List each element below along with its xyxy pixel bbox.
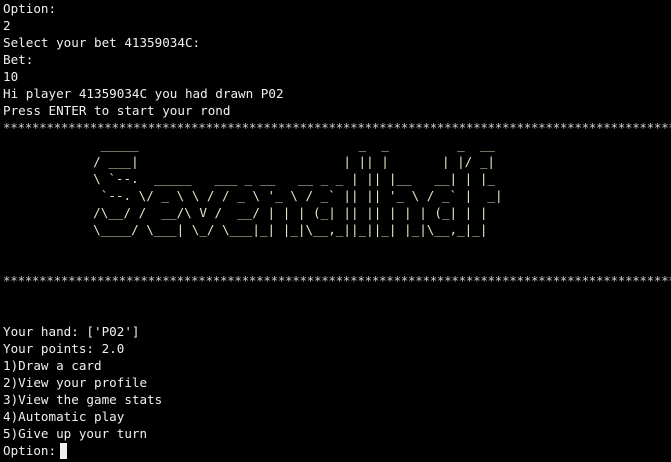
menu-item-automatic-play: 4)Automatic play [3,409,125,424]
separator-top: ****************************************… [3,120,671,135]
points-line: Your points: 2.0 [3,341,125,356]
menu-item-game-stats: 3)View the game stats [3,392,163,407]
option-input-line[interactable]: Option: [3,442,671,459]
ascii-art: _____ _ _ _ __ / ___| | || | | |/ _| \ `… [93,137,503,237]
output-line-bet-value: 10 [3,69,19,84]
output-line-option-label: Option: [3,1,57,16]
output-line-drawn-card: Hi player 41359034C you had drawn P02 [3,86,284,101]
menu-item-view-profile: 2)View your profile [3,375,148,390]
option-prompt: Option: [3,443,57,458]
terminal-window[interactable]: Option: 2 Select your bet 41359034C: Bet… [3,0,671,462]
menu-item-give-up: 5)Give up your turn [3,426,148,441]
ascii-title-banner: _____ _ _ _ __ / ___| | || | | |/ _| \ `… [3,136,671,255]
output-line-press-enter: Press ENTER to start your rond [3,103,231,118]
output-line-select-bet: Select your bet 41359034C: [3,35,201,50]
output-line-bet-label: Bet: [3,52,34,67]
text-cursor[interactable] [60,442,68,459]
separator-bottom: ****************************************… [3,273,671,288]
output-line-option-value: 2 [3,18,11,33]
hand-line: Your hand: ['P02'] [3,324,140,339]
menu-item-draw-card: 1)Draw a card [3,358,102,373]
